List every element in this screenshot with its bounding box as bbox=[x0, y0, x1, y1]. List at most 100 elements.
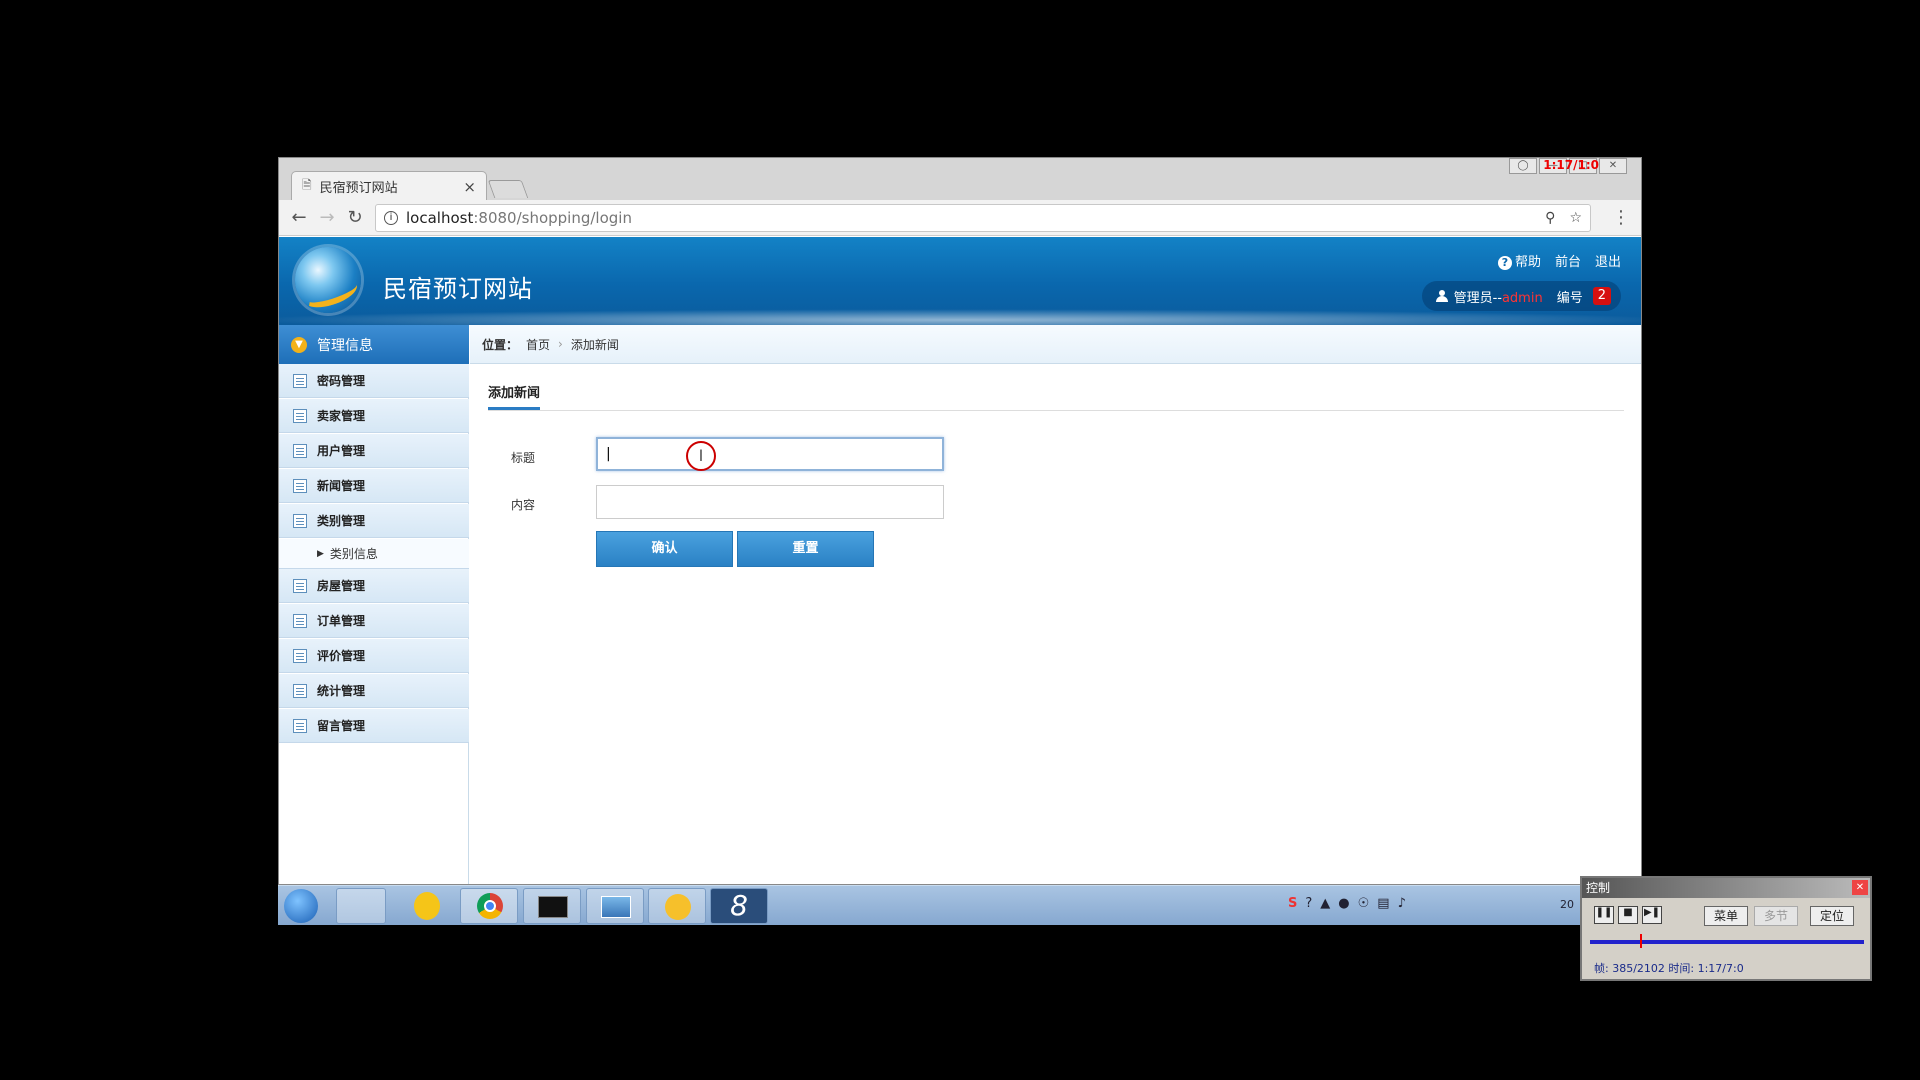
arrow-up-icon[interactable]: ▲ bbox=[1320, 896, 1330, 911]
main-content: 位置： 首页 › 添加新闻 添加新闻 标题 I 内容 确认 重置 bbox=[470, 325, 1641, 884]
browser-toolbar: ← → ↻ i localhost:8080/shopping/login ⚲ … bbox=[279, 200, 1641, 236]
help-link[interactable]: ? 帮助 bbox=[1497, 251, 1541, 270]
list-icon bbox=[293, 613, 307, 628]
triangle-right-icon: ▶ bbox=[317, 548, 324, 559]
taskbar: 8 S ? ▲ ● ☉ ▤ ♪ 20 bbox=[278, 885, 1642, 925]
pause-button[interactable]: ❚❚ bbox=[1594, 906, 1614, 924]
sidebar-item-seller[interactable]: 卖家管理 bbox=[279, 399, 469, 433]
system-tray: S ? ▲ ● ☉ ▤ ♪ bbox=[1288, 896, 1406, 911]
url-host: localhost bbox=[406, 209, 474, 227]
front-link[interactable]: 前台 bbox=[1555, 251, 1581, 270]
breadcrumb-home[interactable]: 首页 bbox=[526, 336, 550, 353]
user-label: 管理员--admin bbox=[1453, 290, 1543, 306]
id-badge: 2 bbox=[1592, 287, 1611, 305]
browser-window: 🗎 民宿预订网站 × ◯ — □ ✕ 1:17/1:0 ← → ↻ i loca… bbox=[278, 157, 1642, 885]
sidebar-subitem-category-info[interactable]: ▶ 类别信息 bbox=[279, 539, 469, 569]
close-tab-icon[interactable]: × bbox=[463, 178, 476, 196]
recording-overlay-text: 1:17/1:0 bbox=[1543, 158, 1599, 172]
sidebar-item-message[interactable]: 留言管理 bbox=[279, 709, 469, 743]
content-label: 内容 bbox=[511, 498, 536, 512]
sidebar-header[interactable]: ▼ 管理信息 bbox=[279, 325, 469, 364]
breadcrumb-label: 位置： bbox=[482, 337, 519, 352]
sidebar-item-user[interactable]: 用户管理 bbox=[279, 434, 469, 468]
title-label: 标题 bbox=[511, 451, 536, 465]
sidebar-item-statistics[interactable]: 统计管理 bbox=[279, 674, 469, 708]
title-input[interactable] bbox=[596, 437, 944, 471]
list-icon bbox=[293, 408, 307, 423]
image-viewer-taskbar-icon[interactable] bbox=[586, 888, 644, 924]
new-tab-button[interactable] bbox=[487, 180, 529, 198]
header-links: ? 帮助 前台 退出 bbox=[1497, 251, 1621, 270]
url-path: :8080/shopping/login bbox=[473, 209, 632, 227]
sidebar-item-password[interactable]: 密码管理 bbox=[279, 364, 469, 398]
sogou-icon[interactable]: S bbox=[1288, 896, 1297, 911]
text-cursor-icon: I bbox=[686, 441, 716, 471]
control-panel: 控制 ✕ ❚❚ ■ ▶❚ 菜单 多节 定位 帧: 385/2102 时间: 1:… bbox=[1580, 876, 1872, 981]
sidebar-item-house[interactable]: 房屋管理 bbox=[279, 569, 469, 603]
star-icon[interactable]: ☆ bbox=[1569, 210, 1582, 226]
multi-section-button[interactable]: 多节 bbox=[1754, 906, 1798, 926]
next-button[interactable]: ▶❚ bbox=[1642, 906, 1662, 924]
list-icon bbox=[293, 443, 307, 458]
chrome-taskbar-icon[interactable] bbox=[460, 888, 518, 924]
menu-dots-icon[interactable]: ⋮ bbox=[1609, 206, 1633, 230]
list-icon bbox=[293, 718, 307, 733]
menu-button[interactable]: 菜单 bbox=[1704, 906, 1748, 926]
stop-button[interactable]: ■ bbox=[1618, 906, 1638, 924]
user-name: admin bbox=[1501, 290, 1543, 306]
sidebar-title: 管理信息 bbox=[317, 337, 373, 354]
form-heading: 添加新闻 bbox=[488, 382, 541, 410]
clock-fragment: 20 bbox=[1560, 898, 1574, 911]
breadcrumb-current: 添加新闻 bbox=[570, 337, 619, 352]
close-window-button[interactable]: ✕ bbox=[1599, 158, 1627, 174]
sidebar-item-news[interactable]: 新闻管理 bbox=[279, 469, 469, 503]
control-panel-title: 控制 bbox=[1582, 878, 1870, 898]
locate-button[interactable]: 定位 bbox=[1810, 906, 1854, 926]
eclipse-taskbar-icon[interactable]: 8 bbox=[710, 888, 768, 924]
explorer-taskbar-icon[interactable] bbox=[336, 888, 386, 924]
list-icon bbox=[293, 648, 307, 663]
breadcrumb-separator-icon: › bbox=[558, 337, 563, 351]
reload-icon[interactable]: ↻ bbox=[343, 206, 367, 230]
chevron-down-icon: ▼ bbox=[291, 336, 307, 353]
list-icon bbox=[293, 578, 307, 593]
help-icon: ? bbox=[1497, 256, 1512, 270]
page-icon: 🗎 bbox=[302, 178, 312, 192]
control-close-icon[interactable]: ✕ bbox=[1852, 880, 1868, 895]
start-button-icon[interactable] bbox=[284, 889, 318, 923]
id-label: 编号 bbox=[1556, 290, 1583, 306]
reset-button[interactable]: 重置 bbox=[737, 531, 874, 567]
sidebar-item-order[interactable]: 订单管理 bbox=[279, 604, 469, 638]
info-icon[interactable]: i bbox=[384, 211, 398, 225]
help-tray-icon[interactable]: ? bbox=[1305, 896, 1312, 911]
site-header: 民宿预订网站 ? 帮助 前台 退出 管理员--admin 编号 2 bbox=[279, 237, 1641, 325]
playback-buttons: ❚❚ ■ ▶❚ bbox=[1594, 906, 1662, 924]
profile-icon[interactable]: ◯ bbox=[1509, 158, 1537, 174]
list-icon bbox=[293, 478, 307, 493]
logout-link[interactable]: 退出 bbox=[1595, 251, 1621, 270]
back-icon[interactable]: ← bbox=[287, 206, 311, 230]
heading-divider bbox=[488, 410, 1624, 411]
sidebar-item-category[interactable]: 类别管理 bbox=[279, 504, 469, 538]
globe-logo-icon bbox=[295, 247, 361, 313]
sidebar-item-review[interactable]: 评价管理 bbox=[279, 639, 469, 673]
control-status: 帧: 385/2102 时间: 1:17/7:0 bbox=[1594, 962, 1744, 975]
confirm-button[interactable]: 确认 bbox=[596, 531, 733, 567]
cmd-taskbar-icon[interactable] bbox=[523, 888, 581, 924]
content-input[interactable] bbox=[596, 485, 944, 519]
app-taskbar-icon[interactable] bbox=[398, 888, 454, 924]
app2-taskbar-icon[interactable] bbox=[648, 888, 706, 924]
key-icon[interactable]: ⚲ bbox=[1545, 210, 1555, 226]
tab-title: 民宿预订网站 bbox=[319, 181, 398, 196]
browser-tab[interactable]: 🗎 民宿预订网站 × bbox=[291, 171, 487, 201]
address-bar[interactable]: i localhost:8080/shopping/login ⚲ ☆ bbox=[375, 204, 1591, 232]
timeline-marker[interactable] bbox=[1640, 934, 1642, 948]
shield-icon[interactable]: ☉ bbox=[1358, 896, 1370, 911]
forward-icon[interactable]: → bbox=[315, 206, 339, 230]
qq-icon[interactable]: ● bbox=[1338, 896, 1349, 911]
timeline-slider[interactable] bbox=[1590, 940, 1864, 944]
volume-icon[interactable]: ♪ bbox=[1398, 896, 1406, 911]
network-icon[interactable]: ▤ bbox=[1377, 896, 1389, 911]
list-icon bbox=[293, 683, 307, 698]
user-info-bar: 管理员--admin 编号 2 bbox=[1421, 281, 1621, 311]
